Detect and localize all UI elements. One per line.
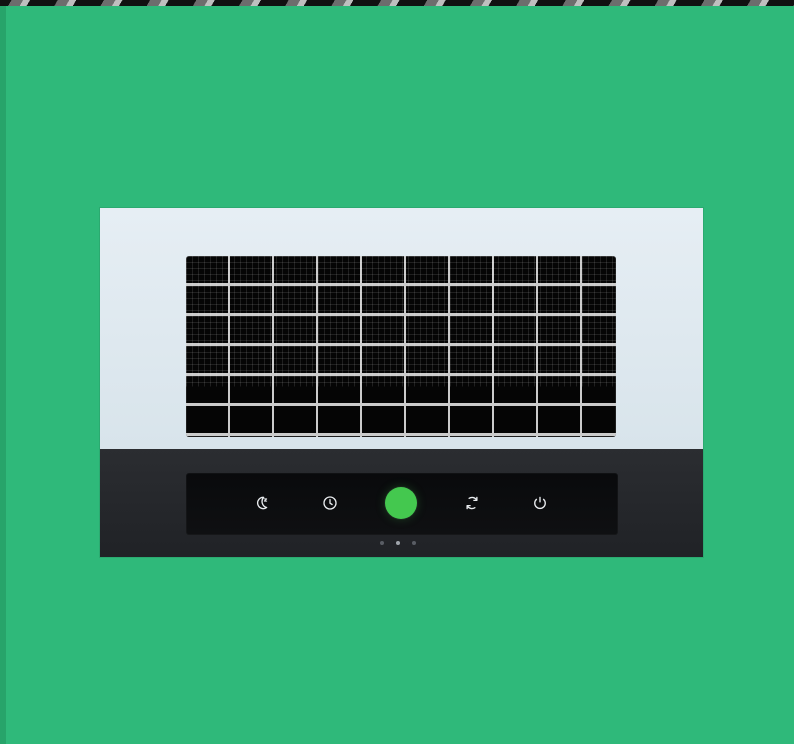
control-panel	[186, 473, 618, 535]
status-dot	[412, 541, 416, 545]
power-button[interactable]	[527, 490, 553, 516]
auto-mode-button[interactable]	[459, 490, 485, 516]
device-control-base	[100, 449, 703, 557]
status-dot	[380, 541, 384, 545]
status-dot	[396, 541, 400, 545]
sleep-mode-icon	[257, 496, 268, 510]
top-strip	[0, 0, 794, 6]
screenshot-page	[0, 0, 794, 744]
timer-icon	[323, 496, 337, 510]
front-grille	[186, 256, 616, 437]
power-icon	[534, 496, 546, 510]
device-top-panel	[100, 208, 703, 449]
auto-mode-icon	[466, 496, 478, 510]
left-edge	[0, 6, 6, 744]
timer-button[interactable]	[317, 490, 343, 516]
main-status-button[interactable]	[385, 487, 417, 519]
sleep-mode-button[interactable]	[248, 490, 274, 516]
air-purifier-device	[100, 208, 703, 557]
status-indicators	[380, 541, 428, 547]
